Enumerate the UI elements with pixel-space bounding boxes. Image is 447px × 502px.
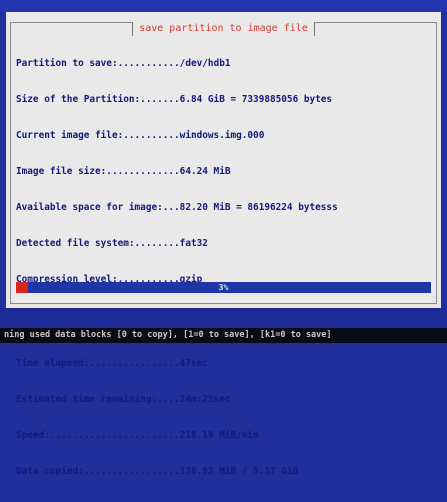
line-available-space: Available space for image:...82.20 MiB =… [16,202,338,213]
progress-bar: 3% [16,282,431,293]
dialog-title-wrap: save partition to image file [6,16,441,36]
line-time-remaining: Estimated time remaining:....24m:25sec [16,394,231,405]
progress-label: 3% [218,283,229,292]
line-current-image-file: Current image file:..........windows.img… [16,130,265,141]
line-speed: Speed:.......................218.19 MiB/… [16,430,259,441]
bottom-band [0,308,447,328]
line-data-copied: Data copied:.................170.92 MiB … [16,466,299,477]
save-partition-dialog: save partition to image file Partition t… [6,12,441,477]
line-image-file-size: Image file size:.............64.24 MiB [16,166,231,177]
top-band [0,0,447,12]
line-partition-size: Size of the Partition:.......6.84 GiB = … [16,94,333,105]
status-text: ning used data blocks [0 to copy], [1=0 … [4,330,332,340]
status-bar: ning used data blocks [0 to copy], [1=0 … [0,328,447,343]
line-partition-to-save: Partition to save:.........../dev/hdb1 [16,58,231,69]
line-detected-file-system: Detected file system:........fat32 [16,238,208,249]
info-panel: Partition to save:.........../dev/hdb1 S… [16,34,431,502]
line-time-elapsed: Time elapsed:................47sec [16,358,208,369]
